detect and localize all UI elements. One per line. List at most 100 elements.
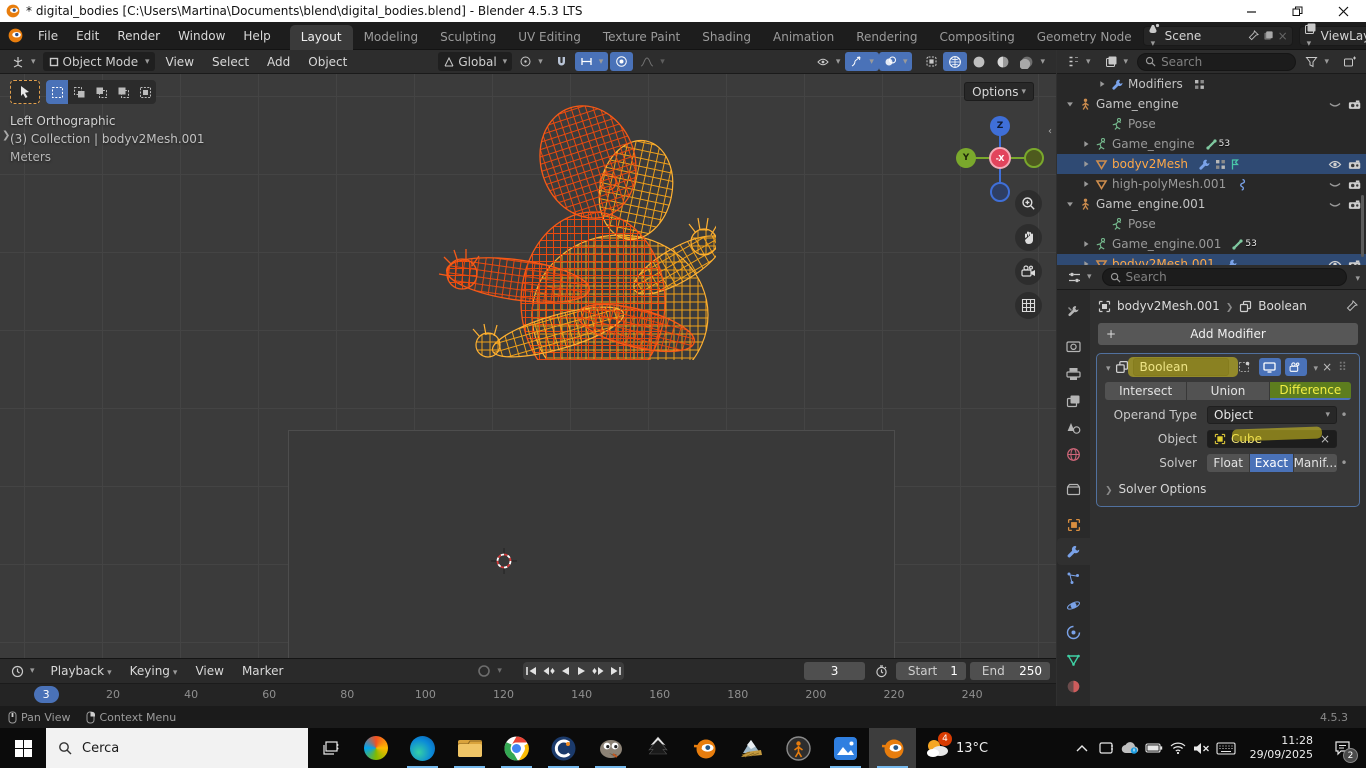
animate-dot[interactable]: • xyxy=(1337,456,1351,470)
delete-modifier-button[interactable]: × xyxy=(1322,360,1332,374)
gizmos-dropdown[interactable] xyxy=(845,52,879,71)
workspace-tab-animation[interactable]: Animation xyxy=(762,25,845,50)
jump-to-start-button[interactable] xyxy=(523,662,540,680)
expand-chevron[interactable] xyxy=(1081,159,1095,169)
outliner-row-pose[interactable]: Pose xyxy=(1057,214,1366,234)
stopwatch-icon[interactable] xyxy=(875,664,888,678)
workspace-tab-shading[interactable]: Shading xyxy=(691,25,762,50)
play-button[interactable] xyxy=(574,662,591,680)
viewport-display-toggle[interactable] xyxy=(1258,358,1281,376)
modifier-name-field[interactable]: Boolean xyxy=(1127,357,1238,377)
viewlayer-name[interactable]: ViewLayer xyxy=(1321,29,1366,43)
taskbar-photos-icon[interactable] xyxy=(822,728,869,768)
expand-chevron[interactable] xyxy=(1081,139,1095,149)
falloff-dropdown[interactable] xyxy=(635,52,670,71)
cube-object[interactable] xyxy=(288,430,895,658)
tweak-tool-button[interactable] xyxy=(10,80,40,104)
outliner-filter-button[interactable] xyxy=(1300,52,1334,71)
properties-tab-render[interactable] xyxy=(1057,333,1090,360)
taskbar-edge-icon[interactable] xyxy=(399,728,446,768)
outliner-editor-type-button[interactable] xyxy=(1062,52,1096,71)
properties-tab-world[interactable] xyxy=(1057,441,1090,468)
shading-solid-button[interactable] xyxy=(967,52,991,71)
select-intersect-button[interactable] xyxy=(134,80,156,104)
properties-tab-material[interactable] xyxy=(1057,673,1090,700)
gizmo-z-axis[interactable]: Z xyxy=(990,116,1010,136)
outliner-row-game-engine[interactable]: Game_engine 53 xyxy=(1057,134,1366,154)
hide-viewport-toggle[interactable] xyxy=(1328,99,1342,110)
properties-tab-modifiers[interactable] xyxy=(1057,538,1090,565)
camera-view-button[interactable] xyxy=(1015,258,1042,285)
outliner-row-game-engine-001[interactable]: Game_engine.001 53 xyxy=(1057,234,1366,254)
taskbar-search-input[interactable]: Cerca xyxy=(46,728,308,768)
taskbar-chrome-icon[interactable] xyxy=(493,728,540,768)
animate-dot[interactable]: • xyxy=(1337,408,1351,422)
taskbar-makehuman-icon[interactable] xyxy=(775,728,822,768)
taskbar-blender-active-icon[interactable] xyxy=(869,728,916,768)
mode-dropdown[interactable]: Object Mode xyxy=(42,52,155,71)
outliner-row-bodyv2mesh-001[interactable]: bodyv2Mesh.001 xyxy=(1057,254,1366,265)
solver-manif-button[interactable]: Manif... xyxy=(1293,454,1337,472)
viewport-menu-object[interactable]: Object xyxy=(299,55,356,69)
properties-tab-output[interactable] xyxy=(1057,360,1090,387)
disable-render-toggle[interactable] xyxy=(1348,178,1362,190)
weather-widget[interactable]: 4 13°C xyxy=(916,728,996,768)
render-display-toggle[interactable] xyxy=(1284,358,1307,376)
current-frame-field[interactable]: 3 xyxy=(804,662,865,680)
add-modifier-button[interactable]: + Add Modifier xyxy=(1098,323,1358,345)
pin-id-icon[interactable] xyxy=(1346,300,1358,312)
properties-tab-constraints[interactable] xyxy=(1057,619,1090,646)
pin-icon[interactable] xyxy=(1248,30,1259,41)
outliner-row-bodyv2mesh[interactable]: bodyv2Mesh xyxy=(1057,154,1366,174)
wireframe-bodies[interactable] xyxy=(438,90,716,360)
drag-handle[interactable]: ⠿ xyxy=(1338,360,1348,374)
shading-rendered-button[interactable] xyxy=(1015,52,1050,71)
play-reverse-button[interactable] xyxy=(557,662,574,680)
scene-selector[interactable]: Scene × xyxy=(1142,23,1293,46)
hide-viewport-toggle[interactable] xyxy=(1328,179,1342,190)
shading-wireframe-button[interactable] xyxy=(943,52,968,71)
blender-menu-logo-icon[interactable] xyxy=(8,28,23,43)
tray-onedrive-icon[interactable] xyxy=(1119,728,1141,768)
operation-difference-button[interactable]: Difference xyxy=(1269,382,1351,400)
task-view-button[interactable] xyxy=(308,728,352,768)
workspace-tab-modeling[interactable]: Modeling xyxy=(353,25,430,50)
notification-center-button[interactable]: 2 xyxy=(1326,728,1360,768)
operation-intersect-button[interactable]: Intersect xyxy=(1105,382,1187,400)
modifier-extras-dropdown[interactable] xyxy=(1311,360,1319,374)
editor-type-button[interactable] xyxy=(6,52,41,71)
workspace-tab-geometry-node[interactable]: Geometry Node xyxy=(1026,25,1143,50)
solver-float-button[interactable]: Float xyxy=(1207,454,1250,472)
tray-volume-muted-icon[interactable] xyxy=(1191,728,1213,768)
menu-edit[interactable]: Edit xyxy=(67,29,108,43)
options-dropdown[interactable]: Options xyxy=(964,82,1034,101)
jump-to-end-button[interactable] xyxy=(607,662,624,680)
outliner-row-high-polymesh-001[interactable]: high-polyMesh.001 xyxy=(1057,174,1366,194)
scene-browse-icon[interactable] xyxy=(1148,22,1161,49)
timeline-menu-view[interactable]: View xyxy=(186,664,232,678)
timeline-menu-keying[interactable]: Keying xyxy=(121,664,187,678)
viewport-menu-add[interactable]: Add xyxy=(258,55,299,69)
outliner-scrollbar[interactable] xyxy=(1361,195,1364,257)
tray-wifi-icon[interactable] xyxy=(1167,728,1189,768)
properties-tab-physics[interactable] xyxy=(1057,592,1090,619)
next-keyframe-button[interactable] xyxy=(590,662,607,680)
viewport-menu-select[interactable]: Select xyxy=(203,55,258,69)
viewlayer-selector[interactable]: ViewLayer × xyxy=(1298,23,1366,46)
toolbar-expand-chevron[interactable]: ❯ xyxy=(2,130,10,141)
timeline-menu-marker[interactable]: Marker xyxy=(233,664,292,678)
workspace-tab-uv-editing[interactable]: UV Editing xyxy=(507,25,592,50)
timeline-editor-type-button[interactable] xyxy=(6,662,40,681)
breadcrumb-object[interactable]: bodyv2Mesh.001 xyxy=(1117,299,1220,313)
properties-editor-type-button[interactable] xyxy=(1063,268,1097,287)
timeline-menu-playback[interactable]: Playback xyxy=(42,664,121,678)
xray-toggle[interactable] xyxy=(920,52,943,71)
viewlayer-browse-icon[interactable] xyxy=(1304,22,1317,49)
scene-name[interactable]: Scene xyxy=(1165,29,1244,43)
taskbar-copilot-icon[interactable] xyxy=(352,728,399,768)
outliner-row-game-engine-001[interactable]: Game_engine.001 xyxy=(1057,194,1366,214)
select-box-new-button[interactable] xyxy=(46,80,68,104)
menu-help[interactable]: Help xyxy=(234,29,279,43)
tray-chevron-up-icon[interactable] xyxy=(1071,728,1093,768)
current-frame-indicator[interactable]: 3 xyxy=(33,686,59,703)
